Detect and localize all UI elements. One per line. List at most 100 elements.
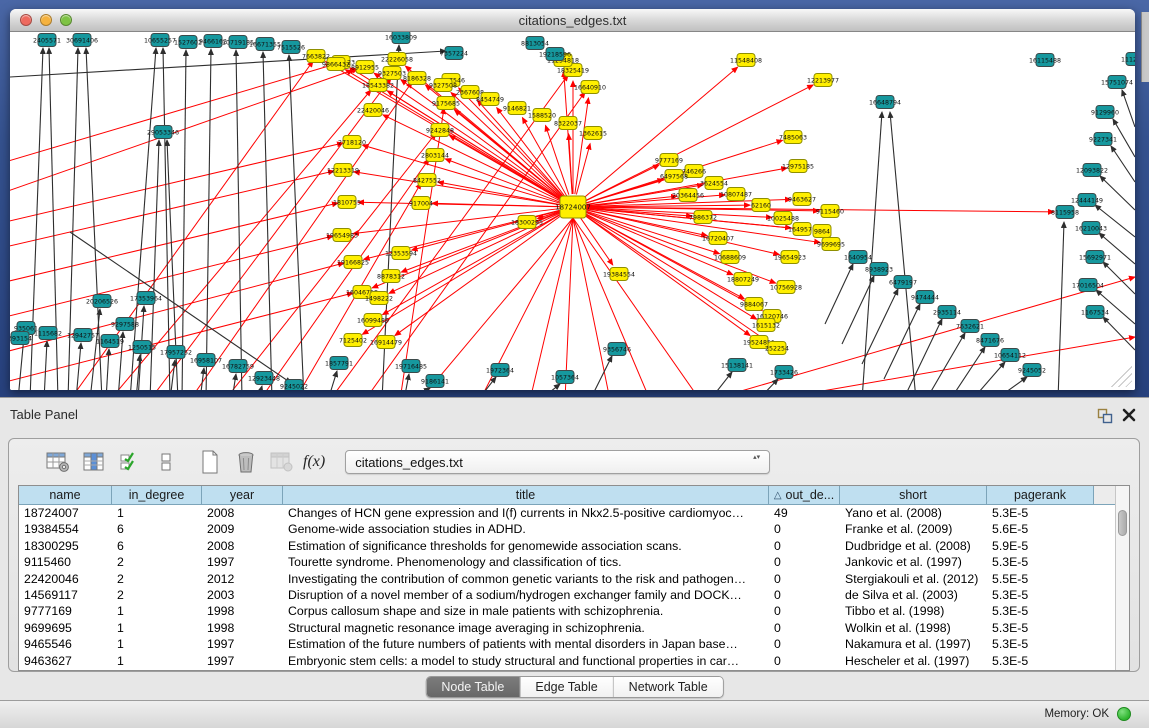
table-cell: de Silva et al. (2003) <box>840 587 987 603</box>
table-row[interactable]: 1456911722003Disruption of a novel membe… <box>19 587 1094 603</box>
graph-node-label: 2718120 <box>338 139 366 146</box>
table-row[interactable]: 1938455462009Genome-wide association stu… <box>19 521 1094 537</box>
graph-node-label: 9864 <box>814 228 830 235</box>
table-cell: 2008 <box>202 505 283 521</box>
table-cell: 5.9E-5 <box>987 538 1094 554</box>
graph-node-label: 11548408 <box>730 57 762 64</box>
column-header-in_degree[interactable]: in_degree <box>112 486 202 505</box>
close-window-button[interactable] <box>20 14 32 26</box>
table-cell: Estimation of significance thresholds fo… <box>283 538 769 554</box>
table-cell: Disruption of a novel member of a sodium… <box>283 587 769 603</box>
graph-edge <box>573 218 700 390</box>
table-row[interactable]: 946362711997Embryonic stem cells: a mode… <box>19 653 1094 669</box>
table-cell: Structural magnetic resonance image aver… <box>283 620 769 636</box>
graph-node-label: 16958107 <box>190 357 222 364</box>
table-cell: 2012 <box>202 571 283 587</box>
row-height-button[interactable] <box>151 448 181 476</box>
table-panel-body: f(x) citations_edges.txt ▴▾ namein_degre… <box>8 438 1140 672</box>
function-builder-button[interactable]: f(x) <box>303 453 325 471</box>
table-row[interactable]: 946554611997Estimation of the future num… <box>19 636 1094 652</box>
select-columns-button[interactable] <box>115 448 145 476</box>
graph-edge <box>236 50 242 390</box>
tab-edge-table[interactable]: Edge Table <box>519 677 612 697</box>
table-cell: 5.3E-5 <box>987 603 1094 619</box>
graph-edge <box>1058 222 1064 390</box>
table-cell: 1 <box>112 620 202 636</box>
table-cell: Tourette syndrome. Phenomenology and cla… <box>283 554 769 570</box>
show-columns-button[interactable] <box>79 448 109 476</box>
minimize-window-button[interactable] <box>40 14 52 26</box>
graph-node-label: 8813054 <box>521 40 549 47</box>
create-column-button[interactable] <box>195 448 225 476</box>
table-row[interactable]: 969969511998Structural magnetic resonanc… <box>19 620 1094 636</box>
table-row[interactable]: 911546021997Tourette syndrome. Phenomeno… <box>19 554 1094 570</box>
table-cell: 1997 <box>202 554 283 570</box>
graph-edge <box>825 264 853 324</box>
graph-node-label: 7663822 <box>302 53 330 60</box>
table-cell: 0 <box>769 603 840 619</box>
graph-node-label: 9356746 <box>603 346 631 353</box>
table-cell: 5.6E-5 <box>987 521 1094 537</box>
graph-node-label: 7515526 <box>277 44 305 51</box>
table-disabled-icon <box>270 451 294 473</box>
graph-node-label: 9146821 <box>503 105 531 112</box>
table-cell: 0 <box>769 538 840 554</box>
scrollbar-thumb[interactable] <box>1118 510 1127 536</box>
table-row[interactable]: 977716911998Corpus callosum shape and si… <box>19 603 1094 619</box>
trash-icon <box>236 450 256 474</box>
graph-node-label: 8322037 <box>554 120 582 127</box>
column-header-pagerank[interactable]: pagerank <box>987 486 1094 505</box>
network-canvas[interactable]: 1872400718300295866012389129552222605893… <box>10 32 1135 390</box>
combobox-arrows-icon: ▴▾ <box>753 454 760 461</box>
table-columns-icon <box>83 451 105 473</box>
graph-edge <box>263 52 272 390</box>
graph-node-label: 9245052 <box>1018 367 1046 374</box>
graph-node-label: 6497568 <box>660 173 688 180</box>
graph-node-label: 22420046 <box>357 107 389 114</box>
tab-network-table[interactable]: Network Table <box>613 677 723 697</box>
table-row[interactable]: 1830029562008Estimation of significance … <box>19 538 1094 554</box>
float-panel-icon[interactable] <box>1097 408 1113 424</box>
table-cell: Franke et al. (2009) <box>840 521 987 537</box>
graph-node-label: 16640910 <box>574 84 606 91</box>
table-row[interactable]: 1872400712008Changes of HCN gene express… <box>19 505 1094 521</box>
table-cell: Wolkin et al. (1998) <box>840 620 987 636</box>
graph-node-label: 9327503 <box>378 70 406 77</box>
table-row[interactable]: 2242004622012Investigating the contribut… <box>19 571 1094 587</box>
table-selector-value: citations_edges.txt <box>355 455 463 470</box>
graph-edge <box>150 140 159 390</box>
column-header-out_de[interactable]: △out_de... <box>769 486 840 505</box>
graph-edge <box>926 333 965 390</box>
column-header-title[interactable]: title <box>283 486 769 505</box>
delete-column-button[interactable] <box>231 448 261 476</box>
close-panel-icon[interactable] <box>1121 407 1137 423</box>
column-header-short[interactable]: short <box>840 486 987 505</box>
table-cell: 9463627 <box>19 653 112 669</box>
table-cell: 19384554 <box>19 521 112 537</box>
zoom-window-button[interactable] <box>60 14 72 26</box>
tab-node-table[interactable]: Node Table <box>426 677 519 697</box>
graph-node-label: 18543382 <box>362 82 394 89</box>
graph-node-label: 12213319 <box>327 167 359 174</box>
graph-node-label: 1250515 <box>128 344 156 351</box>
graph-node-label: 29053346 <box>147 129 179 136</box>
table-cell: 5.3E-5 <box>987 620 1094 636</box>
sort-ascending-icon: △ <box>774 490 782 501</box>
table-cell: 0 <box>769 571 840 587</box>
graph-edge <box>354 172 560 205</box>
delete-table-button[interactable] <box>267 448 297 476</box>
graph-node-label: 18300295 <box>511 219 543 226</box>
window-titlebar[interactable]: citations_edges.txt <box>10 9 1135 32</box>
table-selector-combobox[interactable]: citations_edges.txt ▴▾ <box>345 450 770 474</box>
column-header-year[interactable]: year <box>202 486 283 505</box>
table-mode-button[interactable] <box>43 448 73 476</box>
column-header-name[interactable]: name <box>19 486 112 505</box>
new-file-icon <box>200 450 220 474</box>
table-cell: 49 <box>769 505 840 521</box>
table-vertical-scrollbar[interactable] <box>1115 486 1129 670</box>
graph-node-label: 17016504 <box>1072 282 1104 289</box>
graph-node-label: 15138141 <box>721 362 753 369</box>
graph-node-label: 9327508 <box>429 82 457 89</box>
graph-node-label: 9777169 <box>655 157 683 164</box>
graph-node-label: 1640954 <box>844 254 872 261</box>
